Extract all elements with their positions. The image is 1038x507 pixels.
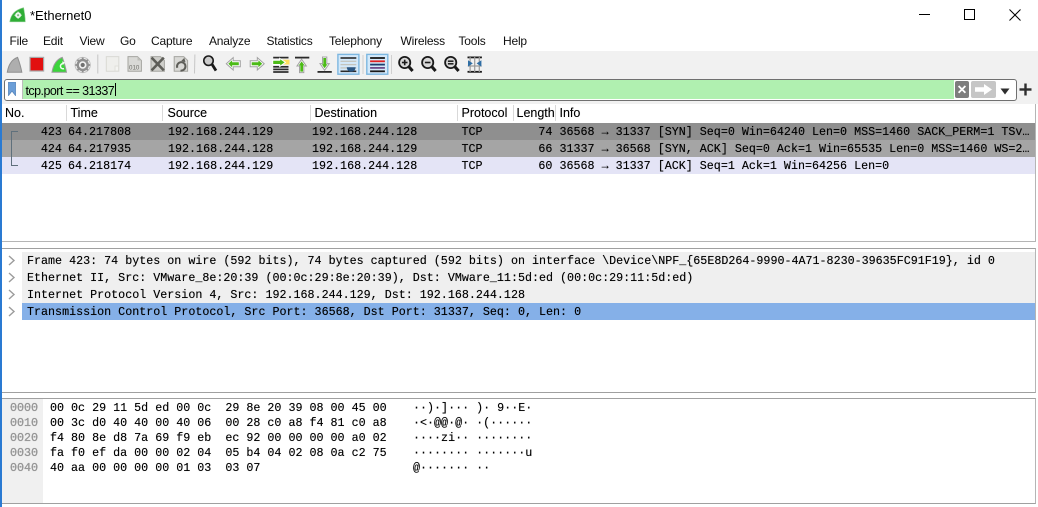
svg-text:010: 010 [129, 64, 140, 71]
